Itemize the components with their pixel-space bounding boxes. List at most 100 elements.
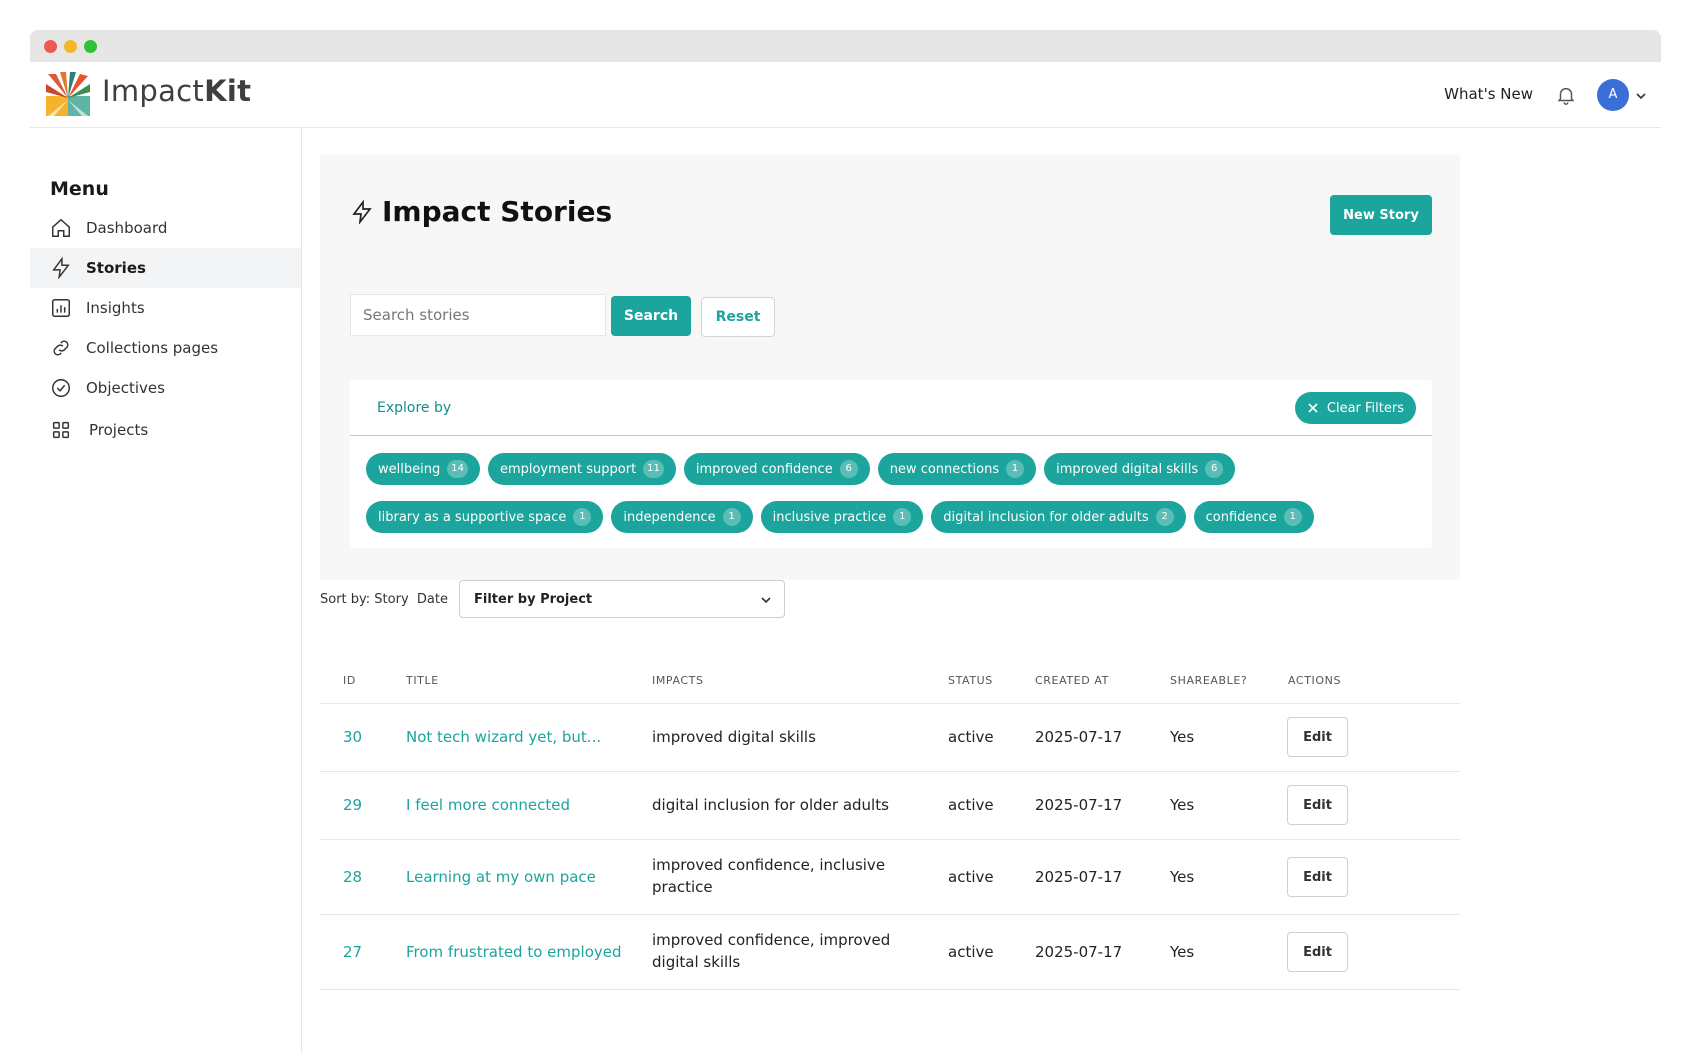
tag-new-connections[interactable]: new connections 1 — [877, 453, 1037, 485]
tag-inclusive-practice[interactable]: inclusive practice 1 — [760, 501, 924, 533]
edit-button[interactable]: Edit — [1287, 857, 1348, 897]
tag-list: wellbeing 14 employment support 11 improve… — [366, 453, 1426, 533]
column-header-id[interactable]: ID — [343, 674, 356, 687]
tag-library-as-a-supportive-space[interactable]: library as a supportive space 1 — [366, 501, 604, 533]
top-bar: ImpactKit What's New A — [30, 62, 1661, 128]
clear-filters-button[interactable]: Clear Filters — [1294, 392, 1416, 424]
tag-wellbeing[interactable]: wellbeing 14 — [366, 453, 480, 485]
filter-select-value: Filter by Project — [474, 591, 593, 607]
close-icon — [1308, 403, 1318, 413]
sidebar-item-stories[interactable]: Stories — [30, 248, 301, 288]
sidebar: Menu Dashboard Stories Insights Collecti… — [30, 128, 302, 1054]
tag-label: confidence — [1205, 509, 1277, 525]
tag-count: 6 — [839, 460, 858, 478]
story-shareable: Yes — [1170, 728, 1195, 746]
sidebar-item-label: Collections pages — [86, 339, 219, 357]
story-impacts: digital inclusion for older adults — [652, 796, 889, 814]
story-title-link[interactable]: From frustrated to employed — [406, 943, 622, 961]
lightning-icon — [352, 199, 372, 224]
story-id-link[interactable]: 28 — [343, 868, 362, 886]
chevron-down-icon — [761, 597, 771, 604]
story-shareable: Yes — [1170, 796, 1195, 814]
tag-label: new connections — [889, 461, 1000, 477]
story-status: active — [948, 868, 994, 886]
story-title-link[interactable]: I feel more connected — [406, 796, 570, 814]
sort-options[interactable]: Sort by: Story Date — [320, 592, 448, 607]
table-row: 30 Not tech wizard yet, but... improved … — [320, 704, 1460, 772]
maximize-window-button[interactable] — [84, 40, 97, 53]
new-story-button[interactable]: New Story — [1330, 195, 1432, 235]
chevron-down-icon[interactable] — [1635, 90, 1647, 102]
tag-improved-digital-skills[interactable]: improved digital skills 6 — [1044, 453, 1236, 485]
filter-by-project-select[interactable]: Filter by Project — [459, 580, 785, 618]
table-row: 27 From frustrated to employed improved … — [320, 915, 1460, 990]
edit-button[interactable]: Edit — [1287, 932, 1348, 972]
minimize-window-button[interactable] — [64, 40, 77, 53]
story-impacts: improved digital skills — [652, 728, 816, 746]
story-id-link[interactable]: 30 — [343, 728, 362, 746]
edit-button[interactable]: Edit — [1287, 717, 1348, 757]
sidebar-item-dashboard[interactable]: Dashboard — [30, 208, 301, 248]
tag-count: 11 — [643, 460, 664, 478]
column-header-status[interactable]: STATUS — [948, 674, 993, 687]
menu-title: Menu — [50, 178, 109, 200]
brand-name[interactable]: ImpactKit — [102, 74, 251, 108]
avatar[interactable]: A — [1597, 79, 1629, 111]
story-created-at: 2025-07-17 — [1035, 728, 1123, 746]
tag-improved-confidence[interactable]: improved confidence 6 — [683, 453, 870, 485]
sidebar-item-insights[interactable]: Insights — [30, 288, 301, 328]
sidebar-item-label: Projects — [89, 421, 149, 439]
column-header-impacts[interactable]: IMPACTS — [652, 674, 704, 687]
impactkit-logo-icon[interactable] — [46, 72, 90, 116]
table-header: ID TITLE IMPACTS STATUS CREATED AT SHARE… — [320, 660, 1460, 704]
tag-count: 1 — [722, 508, 741, 526]
sidebar-item-collections-pages[interactable]: Collections pages — [30, 328, 301, 368]
reset-button[interactable]: Reset — [701, 297, 775, 337]
home-icon — [52, 218, 70, 237]
sidebar-nav: Dashboard Stories Insights Collections p… — [30, 208, 301, 452]
column-header-shareable[interactable]: SHAREABLE? — [1170, 674, 1247, 687]
explore-label: Explore by — [377, 400, 452, 416]
tag-count: 6 — [1205, 460, 1224, 478]
sidebar-item-objectives[interactable]: Objectives — [30, 368, 301, 408]
story-created-at: 2025-07-17 — [1035, 796, 1123, 814]
tag-label: independence — [623, 509, 716, 525]
search-button[interactable]: Search — [611, 296, 691, 336]
tag-independence[interactable]: independence 1 — [611, 501, 753, 533]
story-status: active — [948, 943, 994, 961]
edit-button[interactable]: Edit — [1287, 785, 1348, 825]
tag-label: library as a supportive space — [378, 509, 567, 525]
explore-panel: Explore by Clear Filters wellbeing 14 emp… — [350, 380, 1432, 548]
tag-count: 1 — [1283, 508, 1302, 526]
tag-employment-support[interactable]: employment support 11 — [487, 453, 676, 485]
story-impacts-line-1: improved confidence, improved — [652, 931, 891, 949]
story-id-link[interactable]: 29 — [343, 796, 362, 814]
page-title-text: Impact Stories — [382, 195, 613, 228]
sidebar-item-projects[interactable]: Projects — [30, 408, 301, 452]
tag-count: 1 — [573, 508, 592, 526]
story-title-link[interactable]: Learning at my own pace — [406, 868, 596, 886]
search-input[interactable] — [350, 294, 606, 336]
check-circle-icon — [52, 379, 70, 397]
lightning-icon — [52, 257, 70, 279]
column-header-title[interactable]: TITLE — [406, 674, 439, 687]
story-title-link[interactable]: Not tech wizard yet, but... — [406, 728, 601, 746]
tag-count: 14 — [447, 460, 468, 478]
link-icon — [53, 340, 69, 356]
tag-confidence[interactable]: confidence 1 — [1193, 501, 1314, 533]
page-title: Impact Stories — [350, 195, 612, 228]
tag-label: improved confidence — [695, 461, 833, 477]
sidebar-item-label: Insights — [86, 299, 145, 317]
sidebar-item-label: Dashboard — [86, 219, 168, 237]
story-id-link[interactable]: 27 — [343, 943, 362, 961]
chart-icon — [52, 299, 70, 317]
title-bar — [30, 30, 1661, 62]
whats-new-link[interactable]: What's New — [1444, 85, 1533, 103]
sidebar-item-label: Objectives — [86, 379, 165, 397]
column-header-created-at[interactable]: CREATED AT — [1035, 674, 1109, 687]
close-window-button[interactable] — [44, 40, 57, 53]
tag-digital-inclusion-for-older-adults[interactable]: digital inclusion for older adults 2 — [931, 501, 1186, 533]
tag-label: inclusive practice — [772, 509, 887, 525]
bell-icon[interactable] — [1555, 84, 1577, 106]
story-shareable: Yes — [1170, 868, 1195, 886]
